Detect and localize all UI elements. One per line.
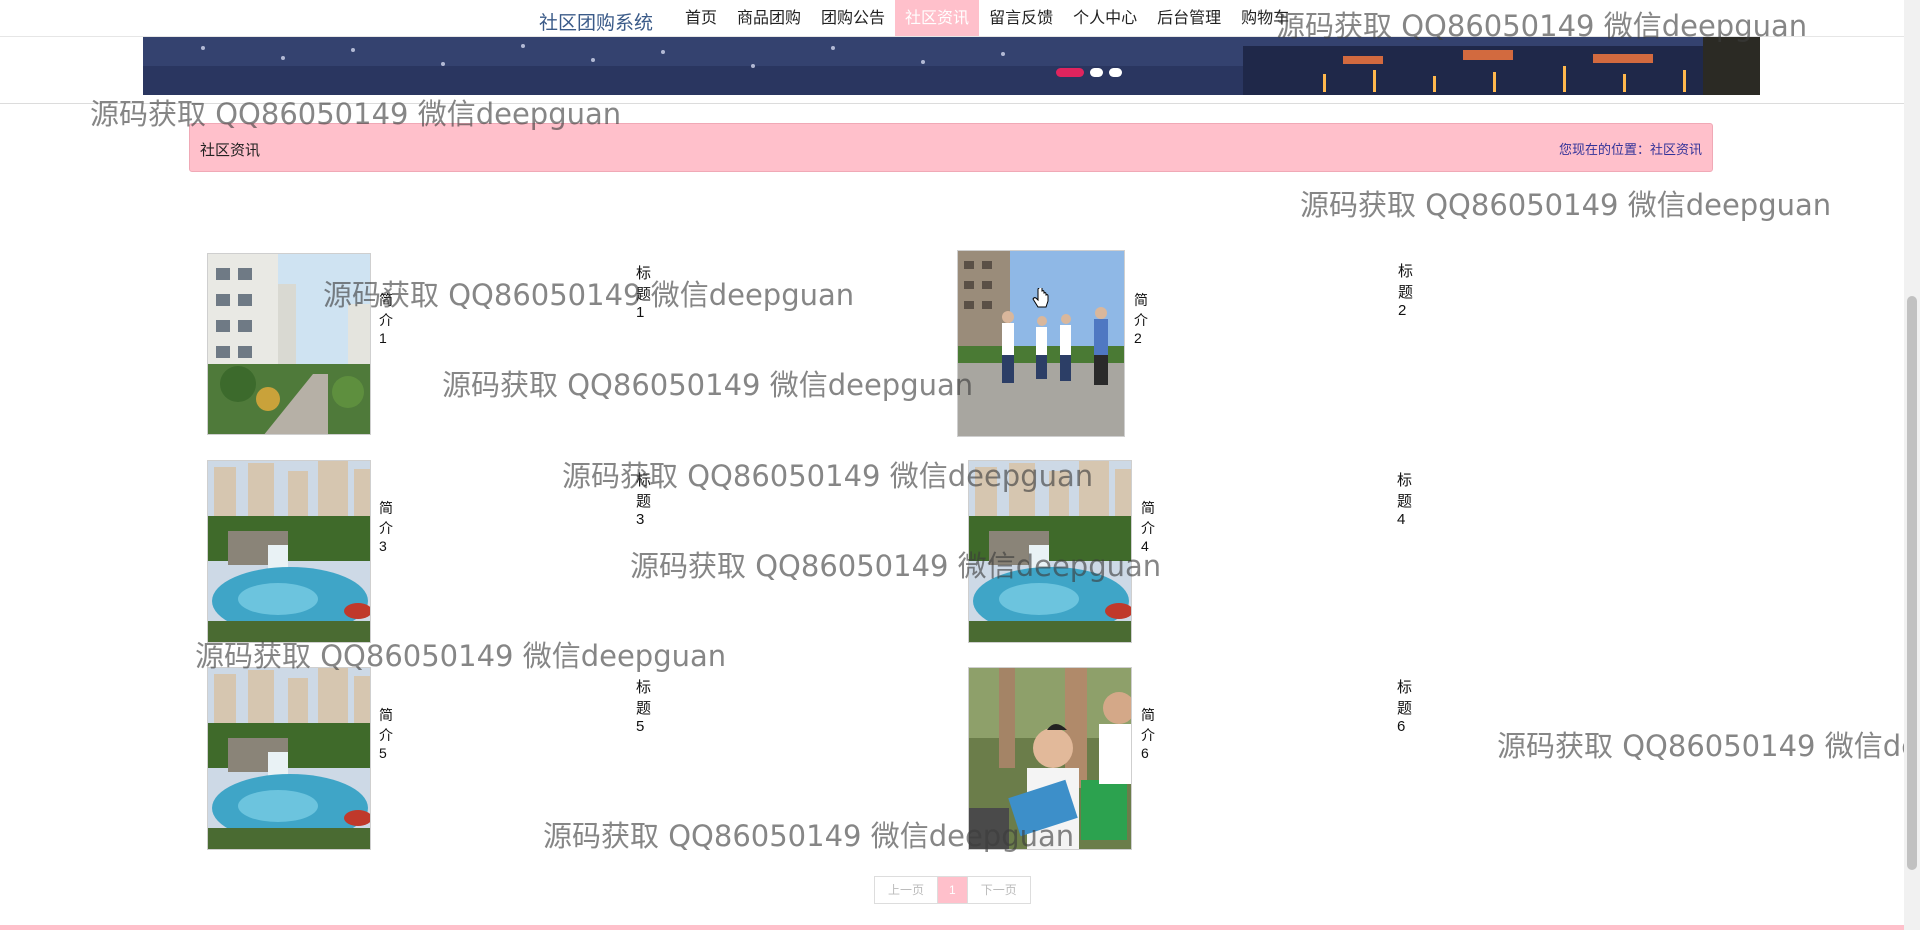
news-thumbnail[interactable]	[207, 667, 371, 850]
news-thumbnail[interactable]	[207, 253, 371, 435]
footer-accent-line	[0, 925, 1904, 930]
news-intro: 简介4	[1141, 500, 1155, 554]
nav-item-announcements[interactable]: 团购公告	[811, 0, 895, 36]
news-intro: 简介2	[1134, 292, 1148, 346]
breadcrumb: 您现在的位置：社区资讯	[1559, 139, 1702, 158]
nav-item-profile[interactable]: 个人中心	[1063, 0, 1147, 36]
hand-cursor-icon	[1032, 288, 1049, 308]
news-title[interactable]: 标题4	[1397, 469, 1412, 528]
nav-menu: 首页 商品团购 团购公告 社区资讯 留言反馈 个人中心 后台管理 购物车	[675, 0, 1299, 36]
nav-item-admin[interactable]: 后台管理	[1147, 0, 1231, 36]
news-intro: 简介1	[379, 292, 393, 346]
nav-item-group-buy[interactable]: 商品团购	[727, 0, 811, 36]
breadcrumb-prefix: 您现在的位置：	[1558, 142, 1650, 157]
nav-item-home[interactable]: 首页	[675, 0, 727, 36]
site-brand[interactable]: 社区团购系统	[539, 8, 653, 35]
news-title[interactable]: 标题5	[636, 676, 651, 735]
divider	[0, 103, 1904, 104]
page-number-button[interactable]: 1	[937, 877, 967, 903]
breadcrumb-bar: 社区资讯 您现在的位置：社区资讯	[189, 123, 1713, 172]
news-intro: 简介3	[379, 500, 393, 554]
carousel-dot-2[interactable]	[1090, 68, 1103, 77]
news-intro: 简介5	[379, 707, 393, 761]
carousel-indicators	[1056, 68, 1122, 77]
banner-carousel[interactable]	[143, 36, 1760, 95]
watermark-text: 源码获取 QQ86050149 微信deepguan	[323, 278, 855, 312]
news-thumbnail[interactable]	[207, 460, 371, 643]
next-page-button[interactable]: 下一页	[966, 877, 1030, 903]
watermark-text: 源码获取 QQ86050149 微信deepguan	[1497, 729, 1904, 763]
news-thumbnail[interactable]	[968, 460, 1132, 643]
watermark-text: 源码获取 QQ86050149 微信deepguan	[442, 368, 974, 402]
breadcrumb-link[interactable]: 社区资讯	[1650, 142, 1702, 157]
news-intro: 简介6	[1141, 707, 1155, 761]
harbor-night-photo	[143, 36, 1760, 95]
news-title[interactable]: 标题2	[1398, 260, 1413, 319]
carousel-dot-1[interactable]	[1056, 68, 1084, 77]
watermark-text: 源码获取 QQ86050149 微信deepguan	[1300, 188, 1832, 222]
news-title[interactable]: 标题6	[1397, 676, 1412, 735]
prev-page-button[interactable]: 上一页	[875, 877, 937, 903]
news-thumbnail[interactable]	[968, 667, 1132, 850]
news-title[interactable]: 标题3	[636, 469, 651, 528]
pagination: 上一页 1 下一页	[874, 876, 1031, 904]
nav-item-feedback[interactable]: 留言反馈	[979, 0, 1063, 36]
news-thumbnail[interactable]	[957, 250, 1125, 437]
scrollbar-thumb[interactable]	[1907, 296, 1917, 870]
nav-item-cart[interactable]: 购物车	[1231, 0, 1299, 36]
news-title[interactable]: 标题1	[636, 262, 651, 321]
carousel-dot-3[interactable]	[1109, 68, 1122, 77]
page-title: 社区资讯	[200, 142, 261, 159]
nav-item-community-news[interactable]: 社区资讯	[895, 0, 980, 36]
top-navbar: 社区团购系统 首页 商品团购 团购公告 社区资讯 留言反馈 个人中心 后台管理 …	[0, 0, 1904, 37]
